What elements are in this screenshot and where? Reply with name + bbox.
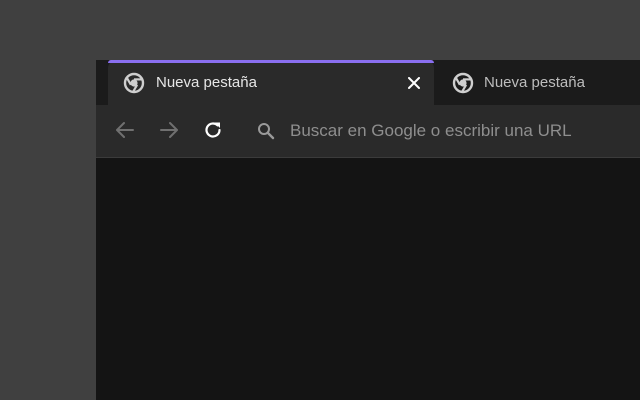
arrow-left-icon bbox=[116, 122, 134, 138]
reload-button[interactable] bbox=[200, 117, 226, 143]
tab-strip: Nueva pestaña Nueva pestaña bbox=[96, 60, 640, 105]
search-icon bbox=[257, 122, 275, 140]
tab-active[interactable]: Nueva pestaña bbox=[108, 60, 434, 105]
chrome-icon bbox=[452, 72, 474, 94]
page-content bbox=[96, 158, 640, 400]
omnibox[interactable]: Buscar en Google o escribir una URL bbox=[248, 113, 640, 149]
back-button[interactable] bbox=[112, 117, 138, 143]
tab-title: Nueva pestaña bbox=[484, 74, 585, 91]
browser-window: Nueva pestaña Nueva pestaña Buscar en Go… bbox=[96, 60, 640, 400]
reload-icon bbox=[205, 122, 221, 138]
arrow-right-icon bbox=[160, 122, 178, 138]
chrome-icon bbox=[123, 72, 145, 94]
tab-title: Nueva pestaña bbox=[156, 74, 257, 91]
omnibox-placeholder: Buscar en Google o escribir una URL bbox=[290, 121, 572, 140]
tab-inactive[interactable]: Nueva pestaña bbox=[450, 60, 640, 105]
close-icon[interactable] bbox=[404, 73, 424, 93]
forward-button[interactable] bbox=[156, 117, 182, 143]
toolbar: Buscar en Google o escribir una URL bbox=[96, 105, 640, 158]
